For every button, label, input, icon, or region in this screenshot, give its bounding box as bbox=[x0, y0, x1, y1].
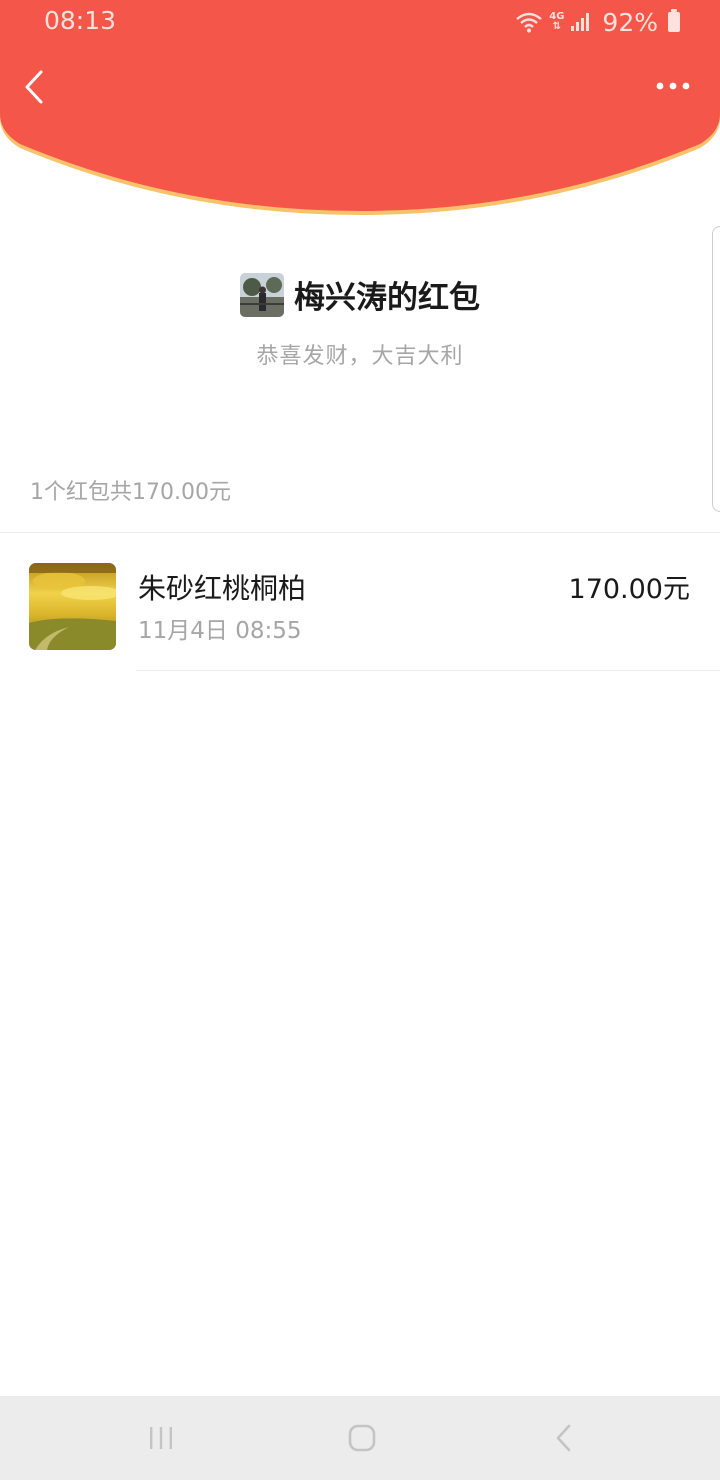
navigation-bar bbox=[0, 1396, 720, 1480]
blessing-text: 恭喜发财，大吉大利 bbox=[256, 344, 464, 369]
sender-header: 梅兴涛的红包 bbox=[0, 272, 720, 317]
packet-summary: 1个红包共170.00元 bbox=[30, 480, 231, 505]
system-back-button[interactable] bbox=[514, 1396, 614, 1480]
back-button[interactable] bbox=[12, 62, 56, 112]
status-time: 08:13 bbox=[44, 6, 117, 35]
more-button[interactable] bbox=[648, 70, 698, 102]
back-icon bbox=[556, 1424, 571, 1452]
list-item[interactable]: 朱砂红桃桐柏 11月4日 08:55 170.00元 bbox=[0, 533, 720, 671]
home-button[interactable] bbox=[312, 1396, 412, 1480]
more-horizontal-icon bbox=[656, 82, 690, 90]
data-arrows-icon: ⇅ bbox=[552, 21, 562, 32]
recent-apps-button[interactable] bbox=[111, 1396, 211, 1480]
battery-icon bbox=[668, 9, 680, 32]
status-icons: 4G ⇅ 92% bbox=[515, 6, 680, 38]
receive-time: 11月4日 08:55 bbox=[138, 618, 302, 644]
recent-apps-icon bbox=[150, 1427, 172, 1449]
network-type: 4G ⇅ bbox=[549, 12, 564, 32]
chevron-left-icon bbox=[25, 70, 43, 104]
receive-amount: 170.00元 bbox=[568, 574, 690, 605]
receiver-avatar[interactable] bbox=[29, 563, 116, 650]
row-divider bbox=[136, 670, 720, 671]
home-icon bbox=[348, 1424, 376, 1452]
page-title: 梅兴涛的红包 bbox=[294, 280, 480, 316]
receiver-name: 朱砂红桃桐柏 bbox=[138, 572, 307, 605]
signal-icon bbox=[571, 13, 590, 31]
status-bar: 08:13 4G ⇅ 92% bbox=[0, 0, 720, 44]
battery-percent: 92% bbox=[602, 7, 658, 37]
sender-avatar[interactable] bbox=[240, 272, 284, 317]
wifi-icon bbox=[516, 12, 543, 33]
